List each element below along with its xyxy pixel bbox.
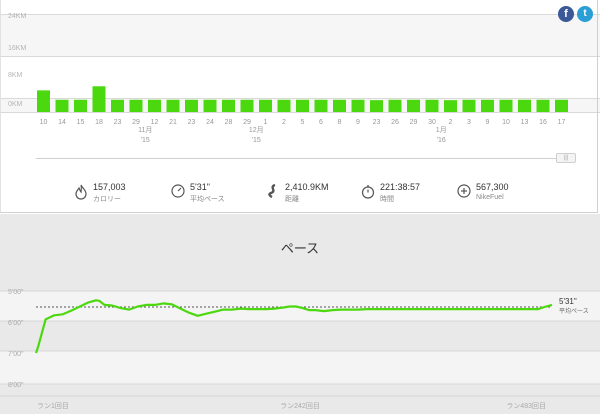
y-tick-label: 7'00"	[8, 351, 24, 358]
x-tick-label: ラン483回目	[506, 402, 546, 410]
grid-band	[0, 291, 600, 321]
average-pace-label: 平均ペース	[559, 307, 589, 315]
y-tick-label: 8'00"	[8, 382, 24, 389]
y-tick-label: 6'00"	[8, 320, 24, 327]
y-tick-label: 5'00"	[8, 289, 24, 296]
pace-line-chart: 5'00" 6'00" 7'00" 8'00" 5'31"平均ペースラン1回目 ラン242…	[0, 289, 600, 410]
x-tick-label: ラン1回目	[37, 402, 69, 410]
average-pace-value: 5'31"	[559, 297, 577, 306]
x-tick-label: ラン242回目	[280, 402, 320, 410]
grid-band	[0, 351, 600, 384]
